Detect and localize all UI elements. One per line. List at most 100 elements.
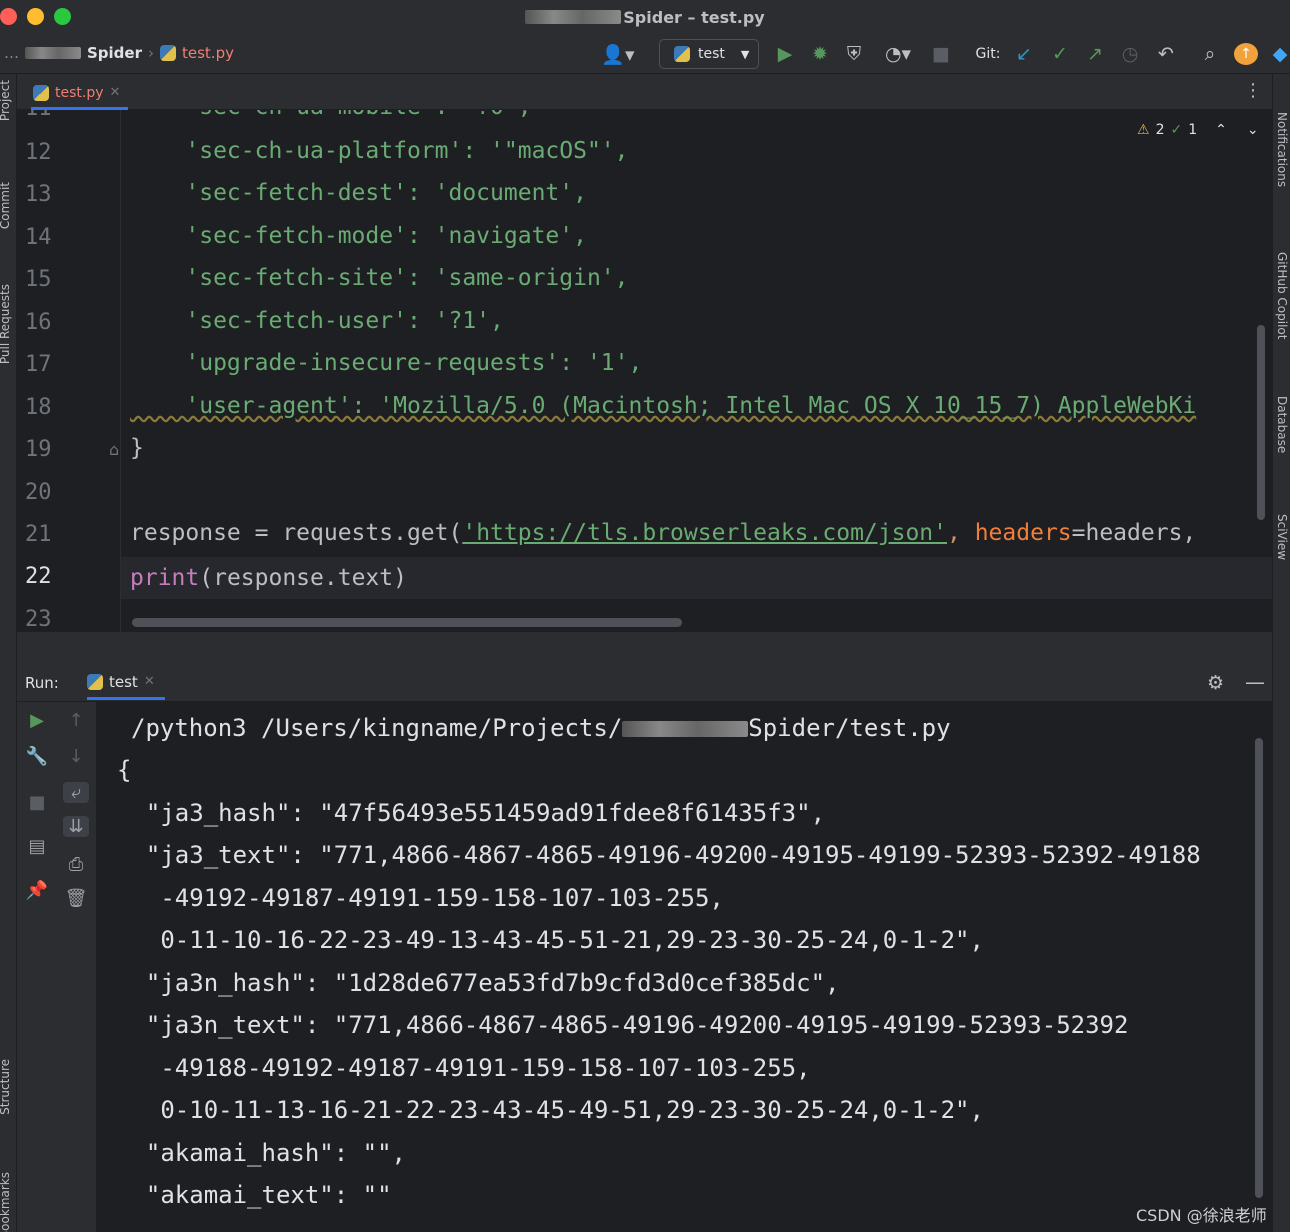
- rollback-icon[interactable]: ↶: [1154, 42, 1178, 66]
- code-line: 'upgrade-insecure-requests': '1',: [130, 350, 642, 376]
- editor-tab-label: test.py: [55, 84, 104, 101]
- editor-tab[interactable]: test.py ✕: [31, 78, 129, 110]
- warning-icon: ⚠: [1137, 122, 1150, 138]
- layout-icon[interactable]: ▤: [24, 836, 50, 857]
- tool-window-github-copilot[interactable]: GitHub Copilot: [1275, 252, 1289, 339]
- tool-window-database[interactable]: Database: [1275, 396, 1289, 453]
- redacted-text: [525, 10, 622, 24]
- scroll-to-end-icon[interactable]: ⇊: [63, 816, 89, 837]
- warning-count: 2: [1155, 122, 1165, 138]
- console-line: "akamai_text": "": [117, 1181, 392, 1209]
- code-line-text: 'sec-ch-ua-platform': '"macOS"',: [130, 138, 629, 164]
- line-number: 13: [25, 182, 52, 207]
- tool-window-notifications[interactable]: Notifications: [1275, 112, 1289, 187]
- code-line-text: 'sec-fetch-user': '?1',: [130, 308, 504, 334]
- window-title: Spider – test.py: [525, 7, 765, 27]
- minimize-panel-icon[interactable]: —: [1245, 670, 1265, 694]
- python-file-icon: [160, 45, 176, 61]
- editor-vertical-scrollbar[interactable]: [1257, 325, 1265, 520]
- stop-icon[interactable]: ■: [930, 42, 952, 66]
- console-text: /python3 /Users/kingname/Projects/: [131, 714, 623, 742]
- arrow-down-icon[interactable]: ↓: [63, 746, 89, 767]
- code-line: 'sec-fetch-user': '?1',: [130, 308, 504, 334]
- history-icon[interactable]: ◷: [1118, 42, 1142, 66]
- user-profile-icon[interactable]: 👤▾: [598, 42, 638, 66]
- run-panel-label: Run:: [25, 674, 59, 692]
- editor-tab-bar: test.py ✕ ⋮: [17, 74, 1272, 110]
- git-push-icon[interactable]: ↗: [1083, 42, 1107, 66]
- debug-icon[interactable]: ✹: [808, 42, 832, 66]
- git-update-icon[interactable]: ↙: [1012, 42, 1036, 66]
- title-bar: Spider – test.py: [0, 0, 1290, 34]
- line-number: 16: [25, 310, 52, 335]
- gear-icon[interactable]: ⚙: [1207, 672, 1224, 694]
- editor-horizontal-scrollbar[interactable]: [132, 618, 682, 627]
- line-number: 17: [25, 352, 52, 377]
- right-tool-stripe: Notifications GitHub Copilot Database Sc…: [1272, 74, 1290, 1232]
- navigation-toolbar: … Spider › test.py 👤▾ test ▼ ▶ ✹ ⛨ ◔▾ ■ …: [0, 34, 1290, 74]
- run-tab-label: test: [109, 672, 138, 691]
- wrench-icon[interactable]: 🔧: [24, 746, 50, 767]
- coverage-icon[interactable]: ⛨: [842, 42, 866, 66]
- code-line-text: }: [130, 435, 144, 461]
- run-panel-header: Run: test ✕ ⚙ —: [17, 666, 1272, 702]
- breadcrumb-file[interactable]: test.py: [182, 44, 234, 62]
- panel-splitter[interactable]: [17, 632, 1272, 666]
- breadcrumb: … Spider › test.py: [4, 44, 234, 62]
- redacted-text: [622, 721, 749, 737]
- console-line: -49188-49192-49187-49191-159-158-107-103…: [117, 1054, 811, 1082]
- pin-icon[interactable]: 📌: [24, 880, 50, 901]
- close-tab-icon[interactable]: ✕: [110, 85, 121, 100]
- line-number: 20: [25, 480, 52, 505]
- breadcrumb-ellipsis: …: [4, 44, 19, 62]
- console-line: "ja3_text": "771,4866-4867-4865-49196-49…: [117, 841, 1201, 869]
- tool-window-project[interactable]: Project: [0, 80, 12, 121]
- search-icon[interactable]: ⌕: [1198, 42, 1222, 66]
- tool-window-structure[interactable]: Structure: [0, 1059, 12, 1115]
- maximize-window-button[interactable]: [54, 8, 71, 25]
- print-icon[interactable]: ⎙: [63, 854, 89, 875]
- code-line-text: 'user-agent': 'Mozilla/5.0 (Macintosh; I…: [130, 393, 1197, 419]
- run-tab[interactable]: test ✕: [87, 666, 165, 700]
- inspection-widget[interactable]: ⚠ 2 ✓ 1 ⌃ ⌄: [1137, 122, 1259, 138]
- arrow-up-icon[interactable]: ↑: [63, 710, 89, 731]
- console-line: "ja3n_hash": "1d28de677ea53fd7b9cfd3d0ce…: [117, 969, 840, 997]
- window-title-text: Spider – test.py: [623, 7, 765, 27]
- run-config-label: test: [698, 46, 725, 62]
- code-line-text: print(response.text): [130, 565, 407, 591]
- profile-icon[interactable]: ◔▾: [876, 42, 920, 66]
- console-scrollbar[interactable]: [1255, 738, 1263, 1198]
- update-icon[interactable]: ↑: [1234, 43, 1258, 65]
- close-tab-icon[interactable]: ✕: [144, 674, 155, 689]
- code-line-text: 'sec-fetch-site': 'same-origin',: [130, 265, 629, 291]
- soft-wrap-icon[interactable]: ⤶: [63, 782, 89, 803]
- run-toolbar: ▶ 🔧 ■ ▤ 📌 ↑ ↓ ⤶ ⇊ ⎙ 🗑: [17, 702, 97, 1232]
- console-line: "akamai_hash": "",: [117, 1139, 406, 1167]
- line-number: 11: [25, 110, 52, 121]
- toolbox-icon[interactable]: ◆: [1270, 42, 1290, 66]
- tool-window-pull-requests[interactable]: Pull Requests: [0, 284, 12, 364]
- more-options-icon[interactable]: ⋮: [1244, 80, 1262, 101]
- code-editor[interactable]: 11 12 13 14 15 16 17 18 19 20 21 22 23 ⌂…: [17, 110, 1272, 632]
- git-commit-icon[interactable]: ✓: [1048, 42, 1072, 66]
- chevron-down-icon[interactable]: ⌄: [1247, 122, 1259, 138]
- tool-window-commit[interactable]: Commit: [0, 182, 12, 229]
- minimize-window-button[interactable]: [27, 8, 44, 25]
- run-console[interactable]: /python3 /Users/kingname/Projects/Spider…: [97, 702, 1272, 1232]
- run-icon[interactable]: ▶: [774, 42, 796, 66]
- console-line: "ja3_hash": "47f56493e551459ad91fdee8f61…: [117, 799, 826, 827]
- close-window-button[interactable]: [0, 8, 17, 25]
- breadcrumb-project[interactable]: Spider: [87, 44, 142, 62]
- trash-icon[interactable]: 🗑: [63, 888, 89, 909]
- code-line: 'sec-ch-ua-mobile': '?0',: [130, 110, 531, 120]
- tool-window-bookmarks[interactable]: Bookmarks: [0, 1172, 12, 1232]
- rerun-icon[interactable]: ▶: [24, 710, 50, 731]
- console-text: Spider/test.py: [748, 714, 951, 742]
- watermark: CSDN @徐浪老师: [1136, 1206, 1267, 1225]
- chevron-up-icon[interactable]: ⌃: [1215, 122, 1227, 138]
- stop-icon[interactable]: ■: [24, 792, 50, 813]
- tool-window-sciview[interactable]: SciView: [1275, 514, 1289, 560]
- run-configuration-selector[interactable]: test ▼: [659, 39, 759, 69]
- fold-icon[interactable]: ⌂: [109, 440, 119, 459]
- chevron-right-icon: ›: [148, 44, 154, 62]
